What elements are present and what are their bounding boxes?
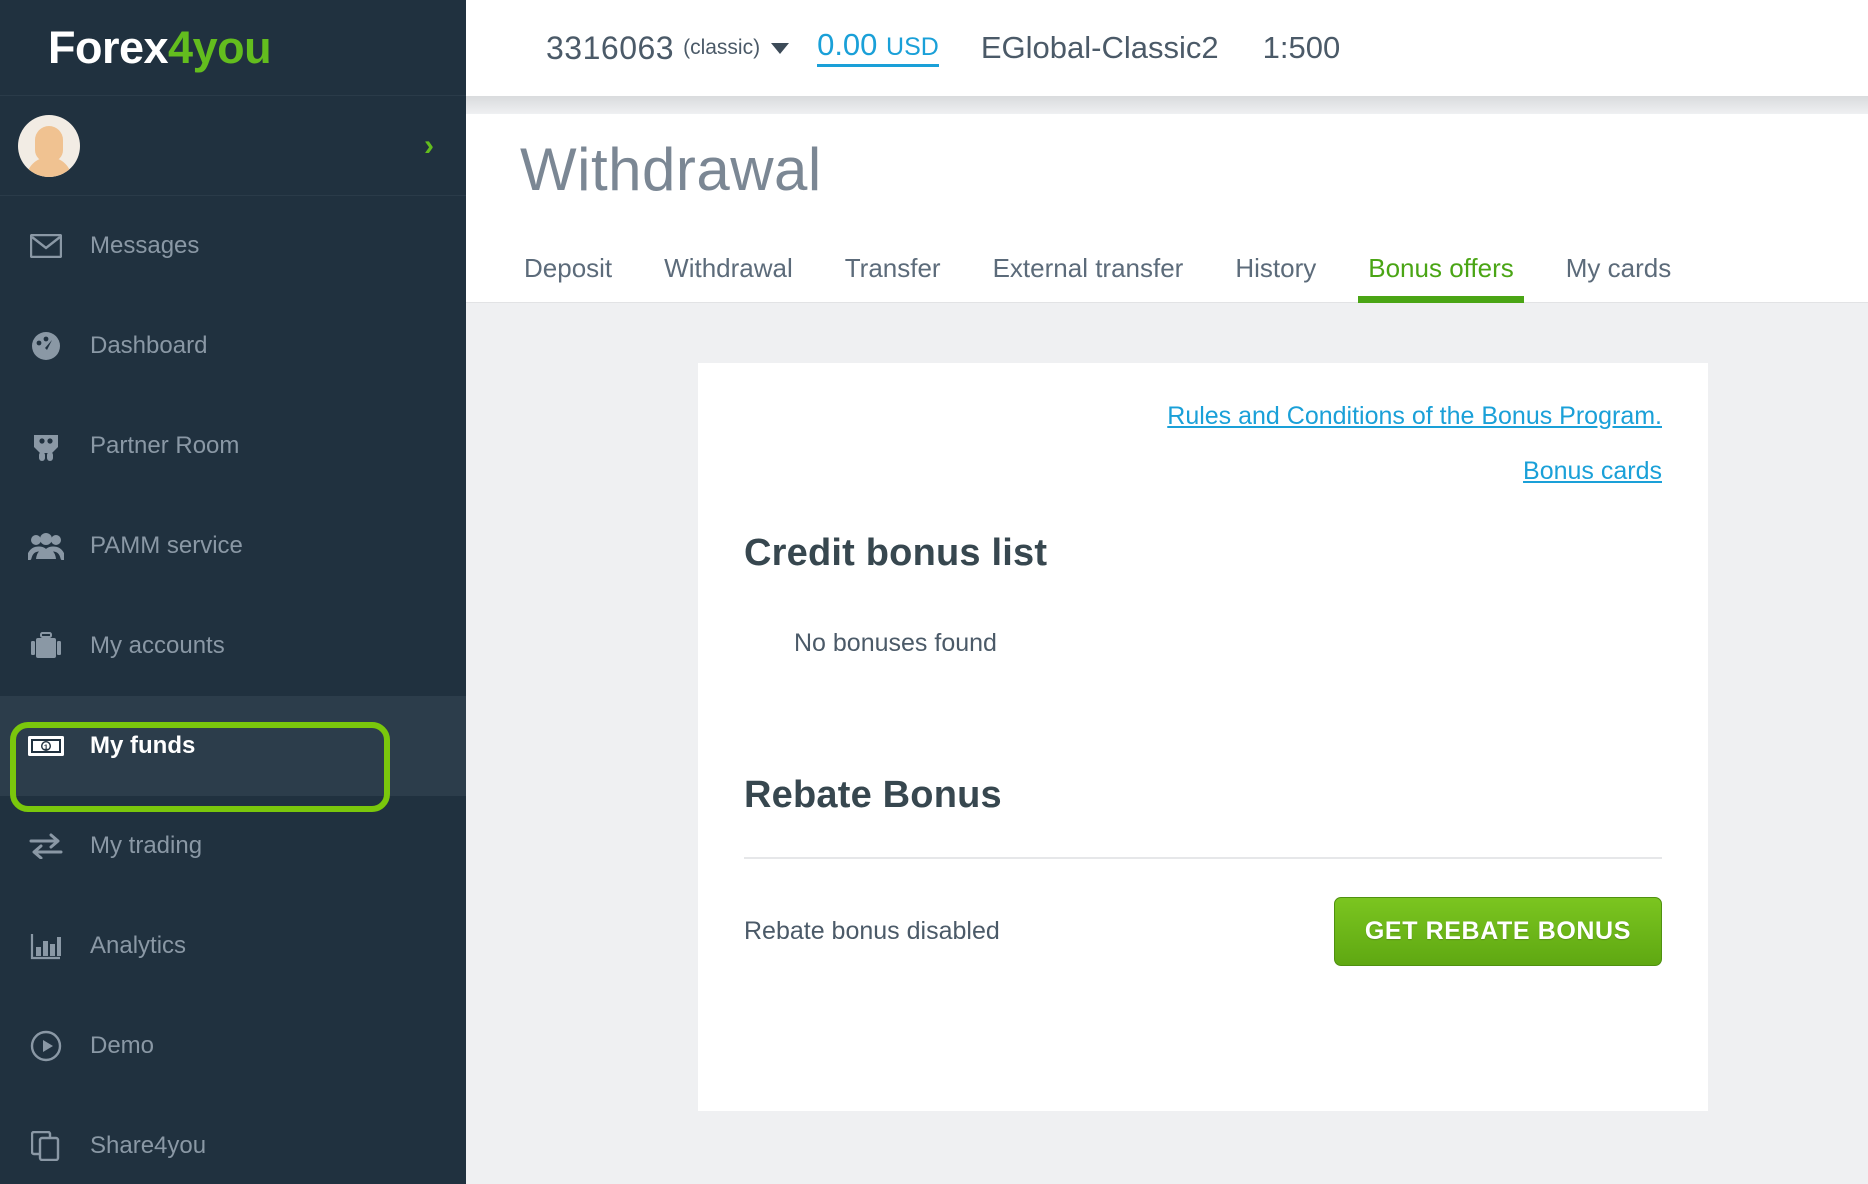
logo-accent-text: 4you [168,22,272,73]
sidebar-item-label: My accounts [90,631,225,659]
bonus-offers-card: Rules and Conditions of the Bonus Progra… [698,363,1708,1111]
main-content: 3316063 (classic) 0.00 USD EGlobal-Class… [466,0,1868,1184]
tab-history[interactable]: History [1235,253,1316,302]
credit-bonus-empty-message: No bonuses found [794,628,997,657]
account-balance[interactable]: 0.00 USD [817,27,939,67]
link-bonus-rules[interactable]: Rules and Conditions of the Bonus Progra… [744,401,1662,432]
credit-bonus-list-title: Credit bonus list [744,531,1048,574]
briefcase-icon [24,631,68,660]
banknote-icon: 1 [24,734,68,758]
sidebar-item-label: Messages [90,231,200,259]
account-leverage: 1:500 [1262,30,1341,65]
chevron-down-icon[interactable] [771,42,790,54]
sidebar-item-label: Analytics [90,931,187,959]
logo-text: Forex4you [48,22,272,73]
rebate-bonus-row: Rebate bonus disabled GET REBATE BONUS [744,856,1662,966]
bar-chart-icon [24,932,68,960]
page-body: Rules and Conditions of the Bonus Progra… [466,303,1868,1184]
sidebar-item-dashboard[interactable]: Dashboard [0,296,466,396]
sidebar-item-label: My funds [90,731,196,759]
play-circle-icon [24,1030,68,1062]
card-links: Rules and Conditions of the Bonus Progra… [744,401,1662,488]
avatar[interactable] [18,114,80,177]
get-rebate-bonus-button[interactable]: GET REBATE BONUS [1333,896,1662,966]
tab-transfer[interactable]: Transfer [845,253,941,302]
topbar-shadow [466,96,1868,114]
tab-withdrawal[interactable]: Withdrawal [664,253,793,302]
link-bonus-cards[interactable]: Bonus cards [744,456,1662,487]
page-title: Withdrawal [520,136,822,203]
sidebar-item-label: Share4you [90,1131,207,1159]
sidebar-item-my-funds[interactable]: 1 My funds [0,696,466,796]
tab-bonus-offers[interactable]: Bonus offers [1358,253,1524,303]
envelope-icon [24,233,68,258]
tab-external-transfer[interactable]: External transfer [993,253,1184,302]
sidebar-item-my-trading[interactable]: My trading [0,796,466,896]
sidebar-item-analytics[interactable]: Analytics [0,896,466,996]
exchange-icon [24,833,68,859]
rebate-status-text: Rebate bonus disabled [744,916,1000,945]
sidebar-item-label: Demo [90,1031,155,1059]
speedometer-icon [24,330,68,362]
sidebar-item-messages[interactable]: Messages [0,196,466,296]
logo-primary-text: Forex [48,22,169,73]
tab-my-cards[interactable]: My cards [1566,253,1671,302]
sidebar-item-partner-room[interactable]: Partner Room [0,396,466,496]
sidebar: Forex4you › Messages Dashboard Partner R… [0,0,466,1184]
sidebar-item-pamm-service[interactable]: PAMM service [0,496,466,596]
sidebar-item-label: Partner Room [90,431,240,459]
balance-amount: 0.00 [817,27,878,63]
sidebar-item-my-accounts[interactable]: My accounts [0,596,466,696]
copy-icon [24,1130,68,1161]
sidebar-item-share4you[interactable]: Share4you [0,1096,466,1184]
sidebar-item-demo[interactable]: Demo [0,996,466,1096]
account-number[interactable]: 3316063 [546,30,674,67]
sidebar-item-label: Dashboard [90,331,208,359]
people-icon [24,532,68,560]
account-topbar: 3316063 (classic) 0.00 USD EGlobal-Class… [466,0,1868,96]
application-window: Forex4you › Messages Dashboard Partner R… [0,0,1868,1184]
sidebar-nav: Messages Dashboard Partner Room PAMM ser… [0,196,466,1184]
account-type: (classic) [683,36,761,59]
svg-text:1: 1 [44,742,48,751]
avatar-body [26,156,72,177]
tab-deposit[interactable]: Deposit [524,253,612,302]
sidebar-item-label: PAMM service [90,531,243,559]
rebate-bonus-title: Rebate Bonus [744,773,1002,816]
tab-bar: Deposit Withdrawal Transfer External tra… [466,239,1868,303]
account-server: EGlobal-Classic2 [980,30,1219,65]
partners-icon [24,430,68,462]
logo[interactable]: Forex4you [0,0,466,96]
profile-row[interactable]: › [0,96,466,196]
balance-currency: USD [886,33,939,62]
chevron-right-icon[interactable]: › [424,130,434,161]
sidebar-item-label: My trading [90,831,203,859]
page-header-area: Withdrawal Deposit Withdrawal Transfer E… [466,114,1868,303]
